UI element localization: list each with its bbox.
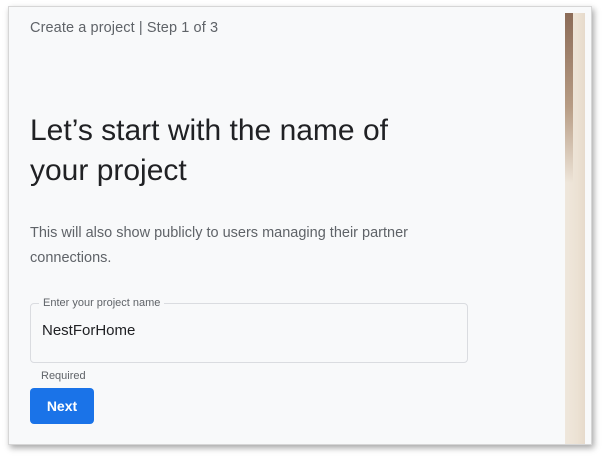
project-name-label: Enter your project name (39, 296, 165, 310)
page-description: This will also show publicly to users ma… (30, 225, 408, 266)
side-decorative-panel (565, 13, 585, 444)
required-helper-text: Required (41, 370, 86, 382)
step-indicator: Create a project | Step 1 of 3 (30, 20, 219, 36)
side-accent-stripe (565, 13, 573, 183)
project-name-input[interactable] (42, 322, 452, 339)
create-project-window: Create a project | Step 1 of 3 Let’s sta… (8, 6, 592, 445)
page-title: Let’s start with the name of your projec… (30, 114, 388, 187)
next-button[interactable]: Next (30, 388, 94, 424)
project-name-field[interactable]: Enter your project name (30, 296, 468, 363)
